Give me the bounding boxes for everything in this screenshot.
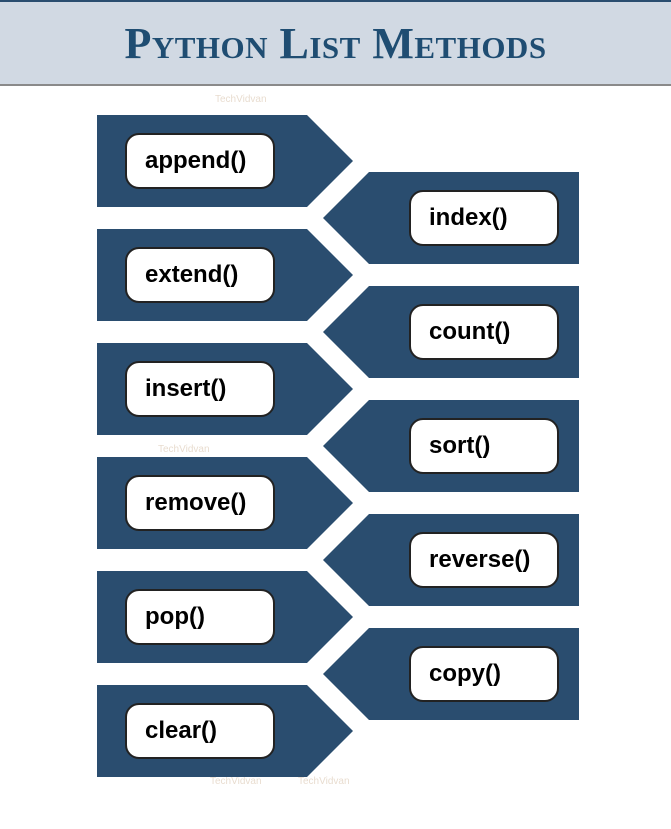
method-box: insert(): [125, 361, 275, 417]
method-arrow-copy: copy(): [369, 628, 579, 720]
watermark: TechVidvan: [215, 94, 267, 105]
method-arrow-clear: clear(): [97, 685, 307, 777]
method-arrow-sort: sort(): [369, 400, 579, 492]
method-arrow-count: count(): [369, 286, 579, 378]
diagram-area: TechVidvan TechVidvan TechVidvan TechVid…: [0, 86, 671, 829]
method-box: count(): [409, 304, 559, 360]
method-box: extend(): [125, 247, 275, 303]
watermark: TechVidvan: [158, 444, 210, 455]
method-box: copy(): [409, 646, 559, 702]
method-arrow-append: append(): [97, 115, 307, 207]
method-box: append(): [125, 133, 275, 189]
method-arrow-reverse: reverse(): [369, 514, 579, 606]
method-arrow-extend: extend(): [97, 229, 307, 321]
method-box: remove(): [125, 475, 275, 531]
watermark: TechVidvan: [298, 776, 350, 787]
method-arrow-pop: pop(): [97, 571, 307, 663]
watermark: TechVidvan: [210, 776, 262, 787]
page-title: Python List Methods: [124, 18, 546, 69]
method-arrow-remove: remove(): [97, 457, 307, 549]
header-bar: Python List Methods: [0, 0, 671, 86]
method-box: clear(): [125, 703, 275, 759]
method-box: pop(): [125, 589, 275, 645]
method-box: sort(): [409, 418, 559, 474]
method-arrow-index: index(): [369, 172, 579, 264]
method-arrow-insert: insert(): [97, 343, 307, 435]
method-box: index(): [409, 190, 559, 246]
method-box: reverse(): [409, 532, 559, 588]
